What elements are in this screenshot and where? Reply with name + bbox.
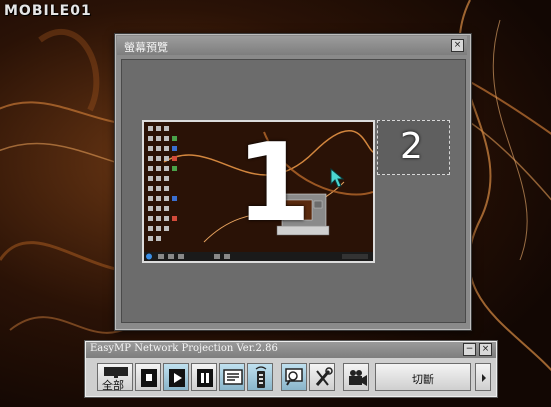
preview-close-button[interactable]: ×: [451, 39, 464, 52]
disconnect-label: 切斷: [412, 373, 434, 386]
toolbar-titlebar[interactable]: EasyMP Network Projection Ver.2.86 − ×: [86, 342, 496, 358]
preview-titlebar[interactable]: 螢幕預覽 ×: [117, 36, 467, 55]
disconnect-button[interactable]: 切斷: [375, 363, 471, 391]
screen-2-thumbnail[interactable]: 2: [377, 120, 450, 175]
preview-button[interactable]: [281, 363, 307, 391]
movie-camera-icon: [349, 370, 367, 386]
movie-button[interactable]: [343, 363, 369, 391]
screen-preview-window: 螢幕預覽 × 1 2: [114, 33, 472, 331]
toolbar-minimize-button[interactable]: −: [463, 343, 476, 356]
screen-2-number: 2: [400, 126, 423, 167]
mouse-cursor-icon: [330, 168, 344, 188]
toolbar-close-button[interactable]: ×: [479, 343, 492, 356]
preview-area: 1 2: [121, 59, 466, 323]
pause-button[interactable]: [191, 363, 217, 391]
presentation-icon: [223, 369, 243, 385]
preview-search-icon: [285, 368, 303, 386]
all-screens-button[interactable]: 全部: [97, 363, 133, 392]
screen-1-number: 1: [236, 121, 312, 246]
toolbar-title: EasyMP Network Projection Ver.2.86: [90, 343, 278, 354]
play-icon: [169, 369, 185, 387]
more-button[interactable]: [475, 363, 491, 391]
settings-button[interactable]: [309, 363, 335, 391]
stop-icon: [141, 369, 157, 387]
easymp-toolbar: EasyMP Network Projection Ver.2.86 − × 全…: [84, 340, 498, 398]
pause-icon: [197, 369, 213, 387]
tools-icon: [315, 367, 333, 386]
chevron-right-icon: [482, 374, 486, 382]
play-button[interactable]: [163, 363, 189, 391]
all-screens-label: 全部: [102, 379, 124, 392]
preview-window-title: 螢幕預覽: [124, 41, 168, 54]
mobile01-watermark: MOBILE01: [4, 3, 92, 19]
watermark-text: MOBILE01: [4, 3, 92, 19]
screen-1-thumbnail[interactable]: 1: [142, 120, 375, 263]
presentation-button[interactable]: [219, 363, 245, 391]
stop-button[interactable]: [135, 363, 161, 391]
remote-icon: [255, 366, 267, 388]
remote-button[interactable]: [247, 363, 273, 391]
